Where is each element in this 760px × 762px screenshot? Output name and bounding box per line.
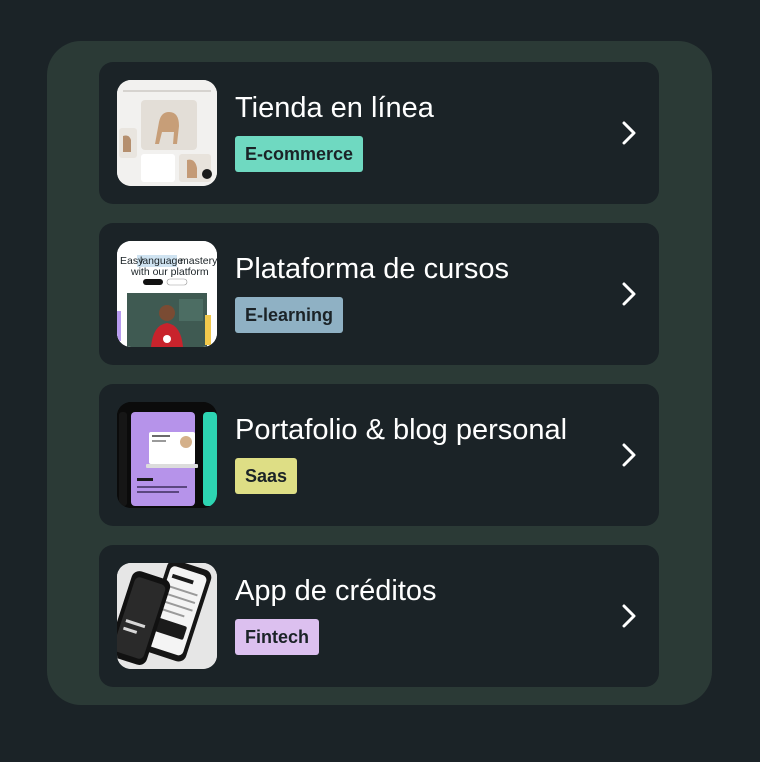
fintech-thumbnail xyxy=(117,563,217,669)
category-badge: E-learning xyxy=(235,297,344,333)
project-card-elearning[interactable]: Easy language mastery with our platform … xyxy=(99,223,659,365)
chevron-right-icon[interactable] xyxy=(621,119,637,147)
chevron-right-icon[interactable] xyxy=(621,602,637,630)
chevron-right-icon[interactable] xyxy=(621,441,637,469)
thumb-headline-3: with our platform xyxy=(130,266,209,278)
category-badge: Saas xyxy=(235,458,298,494)
project-card-ecommerce[interactable]: Tienda en línea E-commerce xyxy=(99,62,659,204)
project-title: App de créditos xyxy=(235,575,437,607)
projects-panel: Tienda en línea E-commerce Easy language… xyxy=(47,41,712,705)
category-badge: E-commerce xyxy=(235,136,364,172)
ecommerce-thumbnail xyxy=(117,80,217,186)
project-title: Plataforma de cursos xyxy=(235,253,510,285)
project-title: Tienda en línea xyxy=(235,92,434,124)
project-title: Portafolio & blog personal xyxy=(235,414,568,446)
project-card-portfolio[interactable]: Portafolio & blog personal Saas xyxy=(99,384,659,526)
project-card-fintech[interactable]: App de créditos Fintech xyxy=(99,545,659,687)
portfolio-thumbnail xyxy=(117,402,217,508)
elearning-thumbnail: Easy language mastery with our platform xyxy=(117,241,217,347)
chevron-right-icon[interactable] xyxy=(621,280,637,308)
category-badge: Fintech xyxy=(235,619,320,655)
